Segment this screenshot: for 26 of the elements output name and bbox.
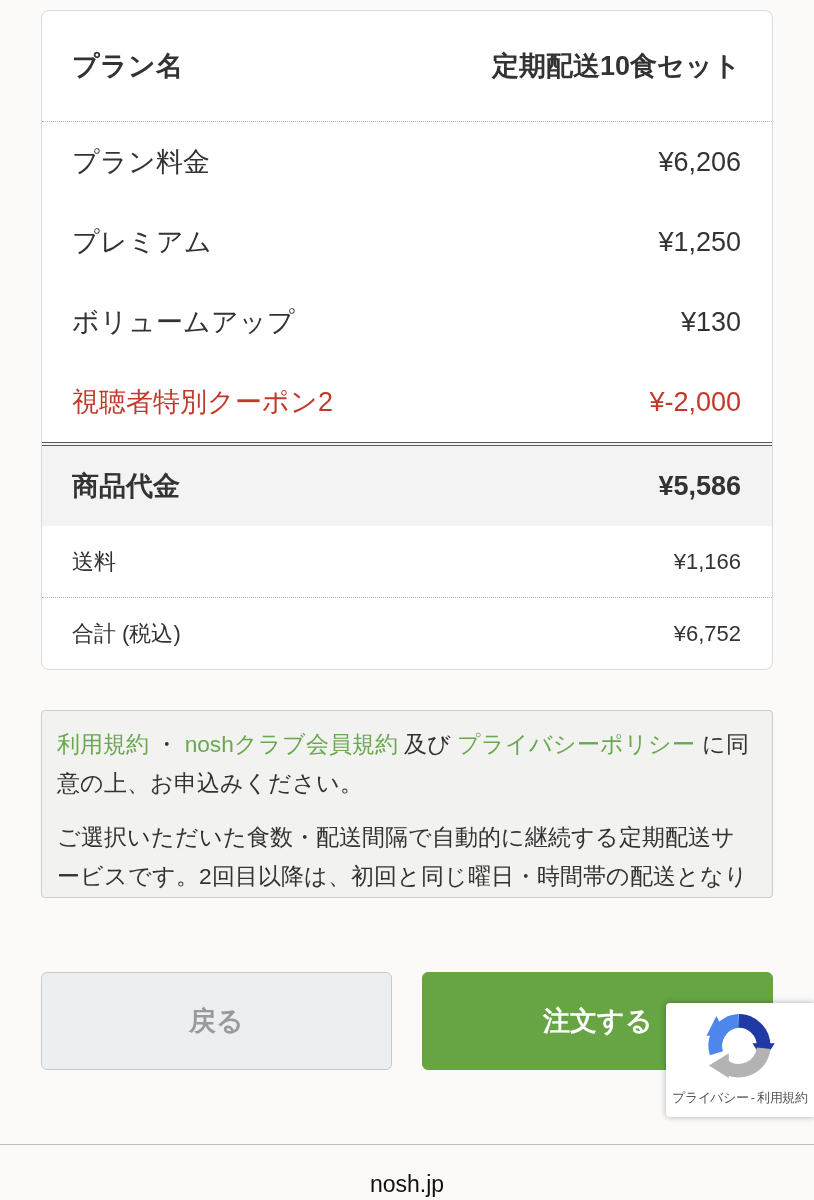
charge-amount: ¥6,206 <box>658 146 741 178</box>
back-button[interactable]: 戻る <box>41 972 392 1070</box>
service-description-text: ご選択いただいた食数・配送間隔で自動的に継続する定期配送サービスです。2回目以降は、初回と同じ曜日・時間帯の配送となり <box>57 823 749 891</box>
fee-amount: ¥6,752 <box>673 620 741 647</box>
coupon-amount: ¥-2,000 <box>649 386 741 418</box>
badge-link[interactable]: 利用規約 <box>756 1089 809 1106</box>
fee-amount: ¥1,166 <box>673 548 741 575</box>
badge-link[interactable]: プライバシー <box>671 1089 749 1106</box>
charge-label: プレミアム <box>72 226 212 259</box>
charge-amount: ¥1,250 <box>658 226 741 258</box>
subtotal-label: 商品代金 <box>72 470 180 503</box>
policy-link[interactable]: プライバシーポリシー <box>457 731 696 757</box>
charge-amount: ¥130 <box>680 306 741 338</box>
agreement-text: 利用規約 ・ noshクラブ会員規約 及び プライバシーポリシー に同意の上、お申込みください。 <box>57 730 750 798</box>
separator-text: - <box>750 1089 755 1106</box>
charge-label: プラン料金 <box>72 146 210 179</box>
site-domain-text: nosh.jp <box>369 1170 445 1198</box>
coupon-label: 視聴者特別クーポン2 <box>72 386 334 419</box>
fee-label: 送料 <box>72 547 116 576</box>
plan-name-value: 定期配送10食セット <box>491 50 741 83</box>
subtotal-amount: ¥5,586 <box>658 470 741 502</box>
fee-label: 合計 (税込) <box>72 619 181 648</box>
charge-label: ボリュームアップ <box>72 306 295 339</box>
plan-name-label: プラン名 <box>72 50 183 83</box>
policy-link[interactable]: 利用規約 <box>57 731 149 757</box>
policy-link[interactable]: noshクラブ会員規約 <box>184 731 398 757</box>
